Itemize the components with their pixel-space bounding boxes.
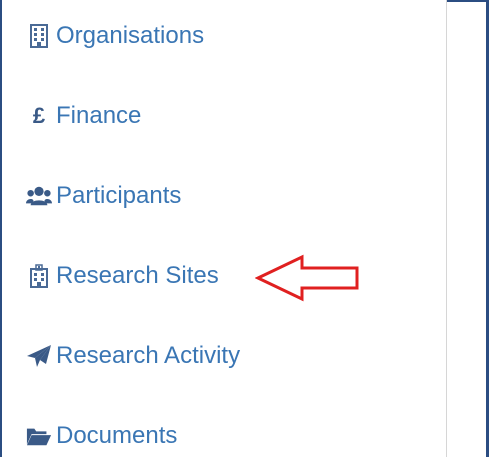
sidebar-item-research-sites[interactable]: Research Sites — [26, 260, 219, 292]
sidebar-item-label: Participants — [56, 182, 182, 209]
sidebar-item-label: Organisations — [56, 22, 205, 49]
sidebar-item-organisations[interactable]: Organisations — [26, 20, 204, 52]
sidebar-item-label: Finance — [56, 102, 142, 129]
sidebar-item-finance[interactable]: £ Finance — [26, 100, 142, 132]
hospital-icon — [26, 263, 52, 289]
sidebar-item-label: Documents — [56, 422, 178, 449]
red-arrow-annotation — [255, 254, 359, 302]
sidebar-item-label: Research Sites — [56, 262, 219, 289]
sidebar-item-research-activity[interactable]: Research Activity — [26, 340, 240, 372]
folder-open-icon — [26, 423, 52, 449]
sidebar-nav: Organisations £ Finance Participants Res… — [2, 0, 446, 457]
paper-plane-icon — [26, 343, 52, 369]
building-icon — [26, 23, 52, 49]
users-icon — [26, 183, 52, 209]
main-content-pane — [447, 2, 486, 457]
pound-icon: £ — [32, 103, 46, 128]
sidebar-item-participants[interactable]: Participants — [26, 180, 181, 212]
sidebar-item-documents[interactable]: Documents — [26, 420, 177, 452]
sidebar-item-label: Research Activity — [56, 342, 241, 369]
